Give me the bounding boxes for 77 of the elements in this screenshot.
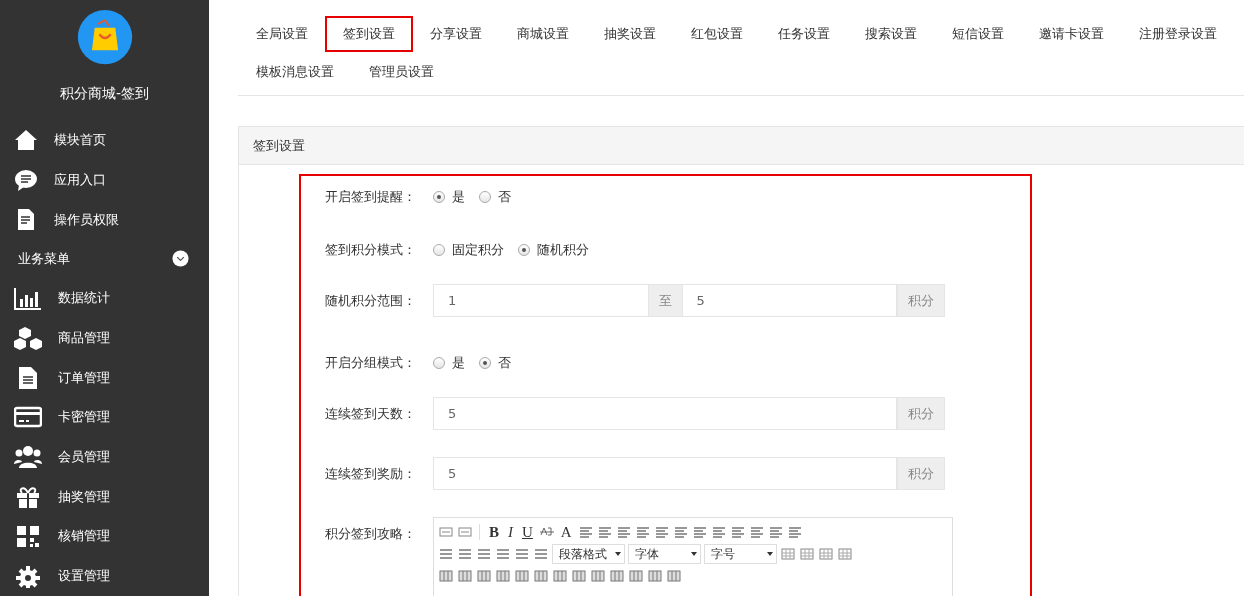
qr-code-icon [14,524,42,549]
settings-tab[interactable]: 短信设置 [934,16,1022,52]
field-label: 开启分组模式： [325,354,417,372]
panel-title: 签到设置 [239,127,1244,165]
input-field[interactable]: 5 [681,284,897,317]
settings-tab[interactable]: 签到设置 [325,16,413,52]
radio-option[interactable]: 否 [479,188,511,206]
input-field[interactable]: 5 [433,457,897,490]
format-button[interactable]: I [505,523,516,541]
gear-icon [14,564,42,589]
sidebar-item[interactable]: 会员管理 [0,437,209,477]
bar-chart-icon [14,286,42,311]
app-title: 积分商城-签到 [58,85,151,104]
field-label: 随机积分范围： [325,291,417,310]
unit-label: 积分 [897,457,945,490]
sidebar-item[interactable]: 操作员权限 [0,199,209,240]
settings-tab[interactable]: 模板消息设置 [238,54,352,90]
chat-icon [14,167,38,192]
people-icon [14,444,42,469]
sidebar-item[interactable]: 应用入口 [0,159,209,200]
radio-button[interactable] [433,244,445,256]
sidebar-item[interactable]: 抽奖管理 [0,476,209,517]
align-left-icon[interactable] [596,524,613,540]
cubes-icon [14,325,42,350]
radio-button[interactable] [518,244,530,256]
dropdown[interactable]: 字号 [704,544,777,564]
field-label: 连续签到天数： [325,404,417,423]
card-icon [14,405,42,430]
unit-label: 积分 [897,284,945,317]
format-button[interactable]: U [519,523,536,541]
table-icon[interactable] [780,546,796,562]
radio-option[interactable]: 随机积分 [518,241,589,259]
settings-tab[interactable]: 红包设置 [673,16,761,52]
radio-button[interactable] [479,357,491,369]
settings-tab[interactable]: 邀请卡设置 [1021,16,1122,52]
settings-tab[interactable]: 注册登录设置 [1121,16,1235,52]
sidebar-item[interactable]: 卡密管理 [0,397,209,438]
radio-button[interactable] [433,357,445,369]
settings-tab[interactable]: 抽奖设置 [586,16,674,52]
caret-icon [691,552,697,556]
shopping-bag-logo-icon [75,9,134,66]
radio-option[interactable]: 是 [433,354,465,372]
input-field[interactable]: 5 [433,397,897,430]
radio-button[interactable] [479,191,491,203]
settings-tab[interactable]: 任务设置 [760,16,848,52]
home-icon [14,128,38,153]
rich-text-editor[interactable]: B I U A 段落格式 字体 字号 [433,517,953,596]
field-label: 连续签到奖励： [325,464,417,483]
radio-option[interactable]: 固定积分 [433,241,504,259]
caret-icon [615,552,621,556]
settings-tab[interactable]: 搜索设置 [847,16,935,52]
field-label: 签到积分模式： [325,241,417,259]
settings-tab[interactable]: 全局设置 [238,16,326,52]
caret-icon [767,552,773,556]
settings-tab[interactable]: 管理员设置 [351,54,452,90]
dropdown[interactable]: 字体 [628,544,701,564]
gift-icon [14,484,42,509]
unit-label: 积分 [897,397,945,430]
settings-tab[interactable]: 分享设置 [412,16,500,52]
sidebar-item[interactable]: 商品管理 [0,317,209,358]
input-field[interactable]: 1 [433,284,649,317]
radio-option[interactable]: 是 [433,188,465,206]
radio-button[interactable] [433,191,445,203]
sidebar-item[interactable]: 模块首页 [0,120,209,160]
sidebar-item[interactable]: 设置管理 [0,556,209,596]
range-separator: 至 [648,284,682,317]
sidebar-item[interactable]: 核销管理 [0,516,209,557]
format-button[interactable]: B [486,523,502,541]
radio-option[interactable]: 否 [479,354,511,372]
settings-tab[interactable]: 商城设置 [499,16,587,52]
sidebar-item[interactable]: 订单管理 [0,357,209,398]
dropdown[interactable]: 段落格式 [552,544,625,564]
field-label: 开启签到提醒： [325,188,417,206]
sidebar-item[interactable]: 数据统计 [0,278,209,318]
field-label: 积分签到攻略： [325,525,417,543]
font-color-button[interactable]: A [557,523,575,541]
menu-section-header[interactable]: 业务菜单 [0,239,209,279]
